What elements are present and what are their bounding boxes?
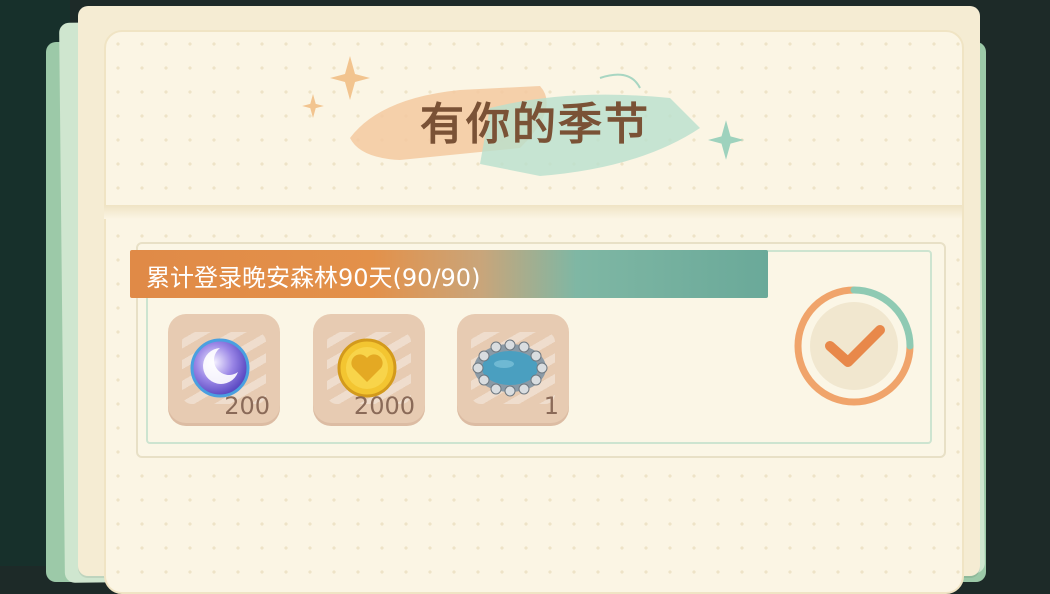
sparkle-icon [330,56,370,100]
reward-count: 200 [224,392,270,420]
stone-pond-icon [472,339,548,397]
reward-item[interactable]: 2000 [313,314,425,426]
sparkle-icon [708,120,744,160]
reward-count: 2000 [353,392,415,420]
sparkle-icon [302,94,324,118]
reward-item[interactable]: 200 [168,314,280,426]
completed-check-icon [794,286,914,406]
reward-count: 1 [543,392,559,420]
panel-title: 有你的季节 [420,99,650,150]
task-description: 累计登录晚安森林90天(90/90) [146,264,481,292]
reward-item[interactable]: 1 [457,314,569,426]
panel-fold [104,205,962,219]
